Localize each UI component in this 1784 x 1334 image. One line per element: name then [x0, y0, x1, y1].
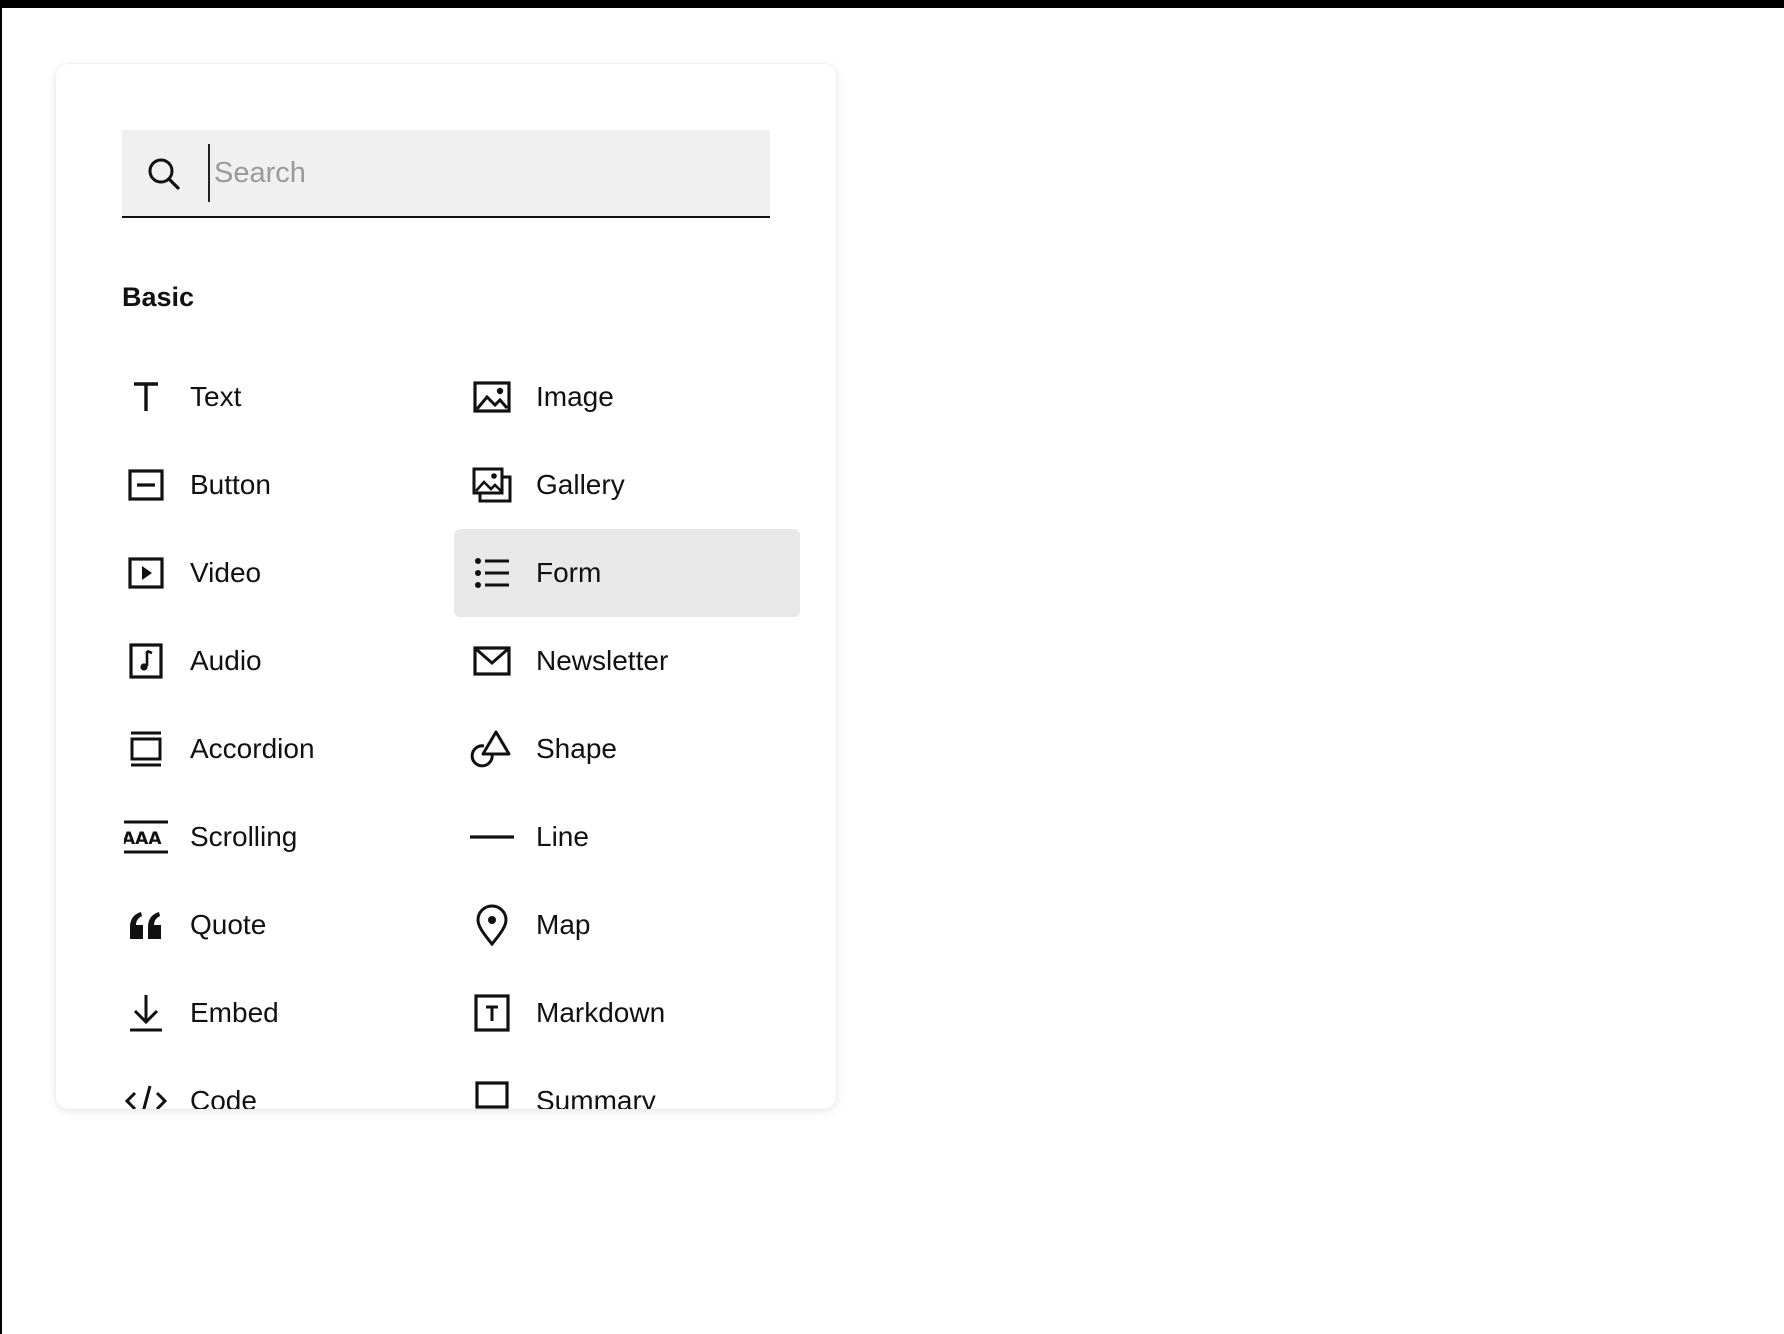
video-icon: [122, 549, 170, 597]
block-item-form[interactable]: Form: [454, 529, 800, 617]
accordion-icon: [122, 725, 170, 773]
quote-icon: [122, 901, 170, 949]
block-picker-panel: Basic Text Image: [56, 64, 836, 1109]
search-box[interactable]: [122, 130, 770, 218]
block-label: Audio: [190, 645, 262, 676]
code-icon: [122, 1077, 170, 1109]
block-label: Line: [536, 821, 589, 852]
block-item-markdown[interactable]: Markdown: [454, 969, 800, 1057]
block-label: Map: [536, 909, 591, 940]
block-label: Accordion: [190, 733, 315, 764]
block-item-embed[interactable]: Embed: [108, 969, 454, 1057]
shape-icon: [468, 725, 516, 773]
block-label: Markdown: [536, 997, 666, 1028]
block-item-gallery[interactable]: Gallery: [454, 441, 800, 529]
image-icon: [468, 373, 516, 421]
window-left-border: [0, 0, 2, 1334]
svg-text:AAA: AAA: [124, 829, 162, 849]
summary-icon: [468, 1077, 516, 1109]
newsletter-icon: [468, 637, 516, 685]
text-icon: [122, 373, 170, 421]
audio-icon: [122, 637, 170, 685]
scrolling-icon: AAA: [122, 813, 170, 861]
block-item-audio[interactable]: Audio: [108, 617, 454, 705]
block-item-quote[interactable]: Quote: [108, 881, 454, 969]
block-item-text[interactable]: Text: [108, 353, 454, 441]
block-item-scrolling[interactable]: AAA Scrolling: [108, 793, 454, 881]
block-label: Code: [190, 1085, 257, 1109]
block-label: Scrolling: [190, 821, 298, 852]
block-label: Summary: [536, 1085, 656, 1109]
block-item-newsletter[interactable]: Newsletter: [454, 617, 800, 705]
block-item-shape[interactable]: Shape: [454, 705, 800, 793]
block-item-accordion[interactable]: Accordion: [108, 705, 454, 793]
block-item-button[interactable]: Button: [108, 441, 454, 529]
block-item-code[interactable]: Code: [108, 1057, 454, 1109]
block-item-line[interactable]: Line: [454, 793, 800, 881]
block-label: Image: [536, 381, 614, 412]
embed-icon: [122, 989, 170, 1037]
search-input[interactable]: [208, 144, 754, 202]
block-item-video[interactable]: Video: [108, 529, 454, 617]
window-top-border: [0, 0, 1784, 8]
block-label: Shape: [536, 733, 617, 764]
block-item-summary[interactable]: Summary: [454, 1057, 800, 1109]
block-label: Embed: [190, 997, 279, 1028]
block-label: Text: [190, 381, 242, 412]
form-icon: [468, 549, 516, 597]
block-label: Newsletter: [536, 645, 669, 676]
section-title-basic: Basic: [122, 282, 195, 312]
block-item-image[interactable]: Image: [454, 353, 800, 441]
button-icon: [122, 461, 170, 509]
block-label: Video: [190, 557, 262, 588]
markdown-icon: [468, 989, 516, 1037]
map-pin-icon: [468, 901, 516, 949]
gallery-icon: [468, 461, 516, 509]
block-label: Button: [190, 469, 271, 500]
block-item-map[interactable]: Map: [454, 881, 800, 969]
line-icon: [468, 813, 516, 861]
block-label: Quote: [190, 909, 267, 940]
block-label: Form: [536, 557, 602, 588]
block-label: Gallery: [536, 469, 625, 500]
search-icon: [148, 158, 180, 190]
